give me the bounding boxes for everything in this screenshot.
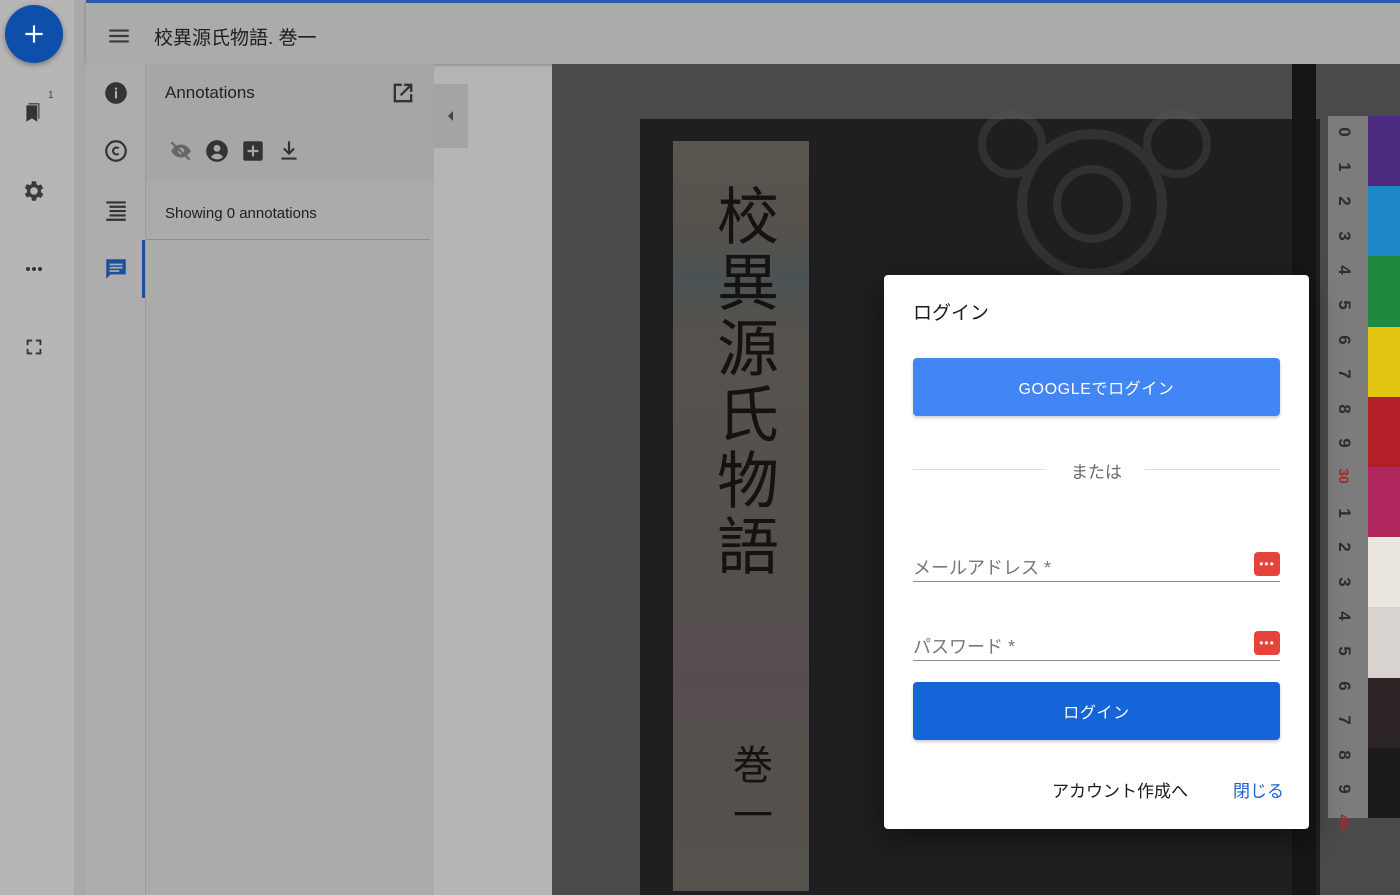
or-divider: または [913,458,1280,482]
close-dialog-button[interactable]: 閉じる [1233,777,1284,802]
password-field-label: パスワード * [913,637,1016,657]
password-manager-icon[interactable]: ••• [1254,631,1280,655]
create-account-link[interactable]: アカウント作成へ [1052,777,1188,802]
login-dialog: ログイン GOOGLEでログイン または メールアドレス * ••• パスワード… [884,275,1309,829]
password-field[interactable]: パスワード * ••• [913,621,1280,661]
or-divider-text: または [1071,463,1122,482]
email-field[interactable]: メールアドレス * ••• [913,542,1280,582]
divider-line-right [1145,469,1280,470]
login-submit-button[interactable]: ログイン [913,682,1280,740]
login-dialog-title: ログイン [913,303,990,324]
password-manager-icon[interactable]: ••• [1254,552,1280,576]
google-login-button[interactable]: GOOGLEでログイン [913,358,1280,416]
email-field-label: メールアドレス * [913,558,1052,578]
